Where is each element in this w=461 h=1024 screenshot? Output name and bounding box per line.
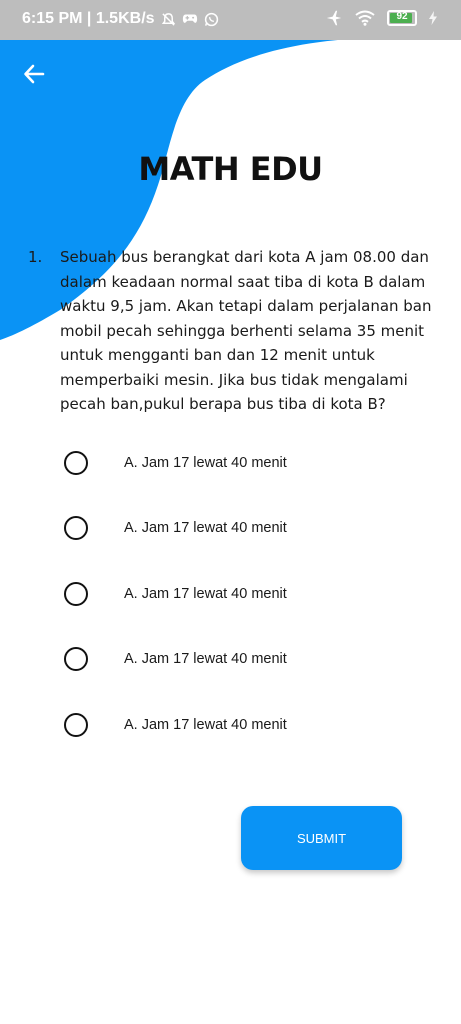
radio-button[interactable]	[64, 516, 88, 541]
mute-bell-icon	[161, 12, 175, 26]
arrow-left-icon	[24, 64, 45, 84]
status-left: 6:15 PM | 1.5KB/s	[22, 10, 219, 28]
battery-icon: 92	[387, 10, 417, 26]
radio-button[interactable]	[64, 450, 88, 475]
status-bar: 6:15 PM | 1.5KB/s 92	[0, 0, 461, 40]
page-title: MATH EDU	[138, 150, 323, 188]
answer-option[interactable]: A. Jam 17 lewat 40 menit	[64, 561, 287, 627]
battery-level: 92	[396, 11, 408, 22]
submit-button[interactable]: SUBMIT	[241, 806, 402, 870]
answer-option[interactable]: A. Jam 17 lewat 40 menit	[64, 430, 287, 496]
option-label: A. Jam 17 lewat 40 menit	[124, 716, 287, 733]
answer-option[interactable]: A. Jam 17 lewat 40 menit	[64, 627, 287, 693]
option-label: A. Jam 17 lewat 40 menit	[124, 585, 287, 602]
radio-button[interactable]	[64, 712, 88, 737]
game-controller-icon	[182, 14, 197, 23]
question-number: 1.	[28, 248, 43, 266]
option-label: A. Jam 17 lewat 40 menit	[124, 454, 287, 471]
option-label: A. Jam 17 lewat 40 menit	[124, 651, 287, 668]
charging-bolt-icon	[429, 11, 437, 25]
radio-button[interactable]	[64, 647, 88, 672]
wifi-icon	[355, 10, 375, 26]
back-button[interactable]	[18, 58, 50, 90]
status-time-speed: 6:15 PM | 1.5KB/s	[22, 10, 155, 27]
answer-option[interactable]: A. Jam 17 lewat 40 menit	[64, 496, 287, 562]
question-block: 1. Sebuah bus berangkat dari kota A jam …	[28, 245, 432, 417]
airplane-mode-icon	[326, 10, 342, 26]
answer-options: A. Jam 17 lewat 40 menit A. Jam 17 lewat…	[64, 430, 287, 758]
answer-option[interactable]: A. Jam 17 lewat 40 menit	[64, 692, 287, 758]
option-label: A. Jam 17 lewat 40 menit	[124, 520, 287, 537]
question-text: Sebuah bus berangkat dari kota A jam 08.…	[60, 248, 432, 413]
whatsapp-icon	[204, 12, 218, 26]
radio-button[interactable]	[64, 581, 88, 606]
status-right: 92	[325, 9, 437, 27]
